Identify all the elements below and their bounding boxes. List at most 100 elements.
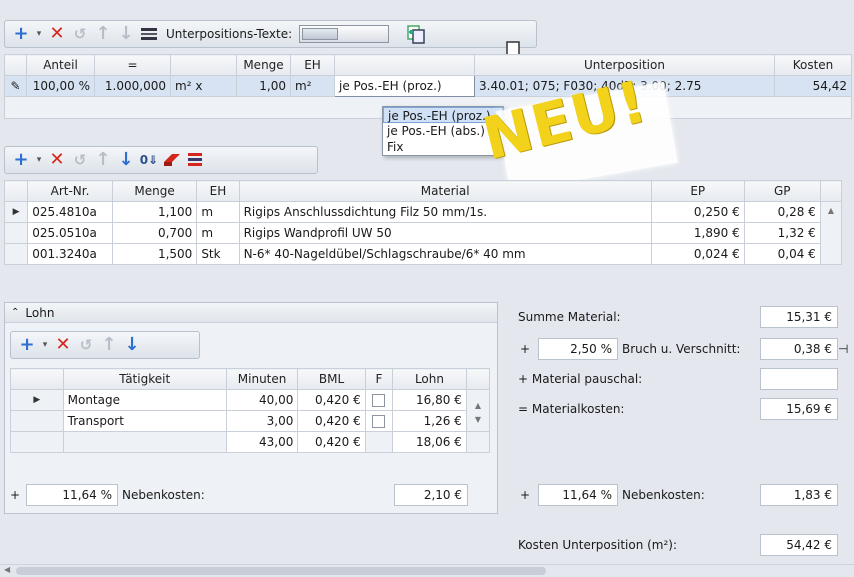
import-icon[interactable]: 0⇓ xyxy=(139,149,159,171)
scroll-up-icon[interactable]: ▲ xyxy=(828,206,834,215)
table-row[interactable]: Transport 3,00 0,420 € 1,26 € xyxy=(10,410,490,432)
scroll-down-icon[interactable]: ▼ xyxy=(475,415,481,424)
horizontal-scrollbar[interactable]: ◀ xyxy=(0,564,854,577)
cell-lohn[interactable]: 1,26 € xyxy=(392,410,467,432)
unterpositions-texte-toggle[interactable] xyxy=(299,25,390,43)
move-down-icon[interactable]: ↓ xyxy=(122,334,142,356)
move-down-icon[interactable]: ↓ xyxy=(116,149,136,171)
lohn-nk-percent[interactable]: 11,64 % xyxy=(26,484,118,506)
col-gp[interactable]: GP xyxy=(743,180,821,202)
lohn-header[interactable]: ⌃ Lohn xyxy=(5,303,497,323)
cell-art-nr[interactable]: 001.3240a xyxy=(27,243,113,265)
unterposition-row[interactable]: ✎ 100,00 % 1.000,000 m² x 1,00 m² je Pos… xyxy=(4,75,852,97)
col-ep[interactable]: EP xyxy=(650,180,745,202)
cell-bml[interactable]: 0,420 € xyxy=(297,389,366,411)
dropdown-caret-icon[interactable]: ▾ xyxy=(34,23,44,45)
add-icon[interactable]: + xyxy=(11,23,31,45)
undo-icon[interactable]: ↺ xyxy=(70,149,90,171)
cell-anteil[interactable]: 100,00 % xyxy=(26,75,95,97)
cell-gp[interactable]: 0,28 € xyxy=(743,201,821,223)
list-icon[interactable] xyxy=(185,149,205,171)
vertical-scrollbar[interactable]: ▲ ▼ xyxy=(465,389,491,432)
cell-kosten[interactable]: 54,42 xyxy=(774,75,852,97)
delete-icon[interactable]: ✕ xyxy=(47,149,67,171)
col-f[interactable]: F xyxy=(364,368,394,390)
collapse-icon[interactable]: ⌃ xyxy=(11,307,19,318)
col-kosten[interactable]: Kosten xyxy=(774,54,852,76)
cell-ep[interactable]: 1,890 € xyxy=(650,222,745,244)
table-row[interactable]: 001.3240a 1,500 Stk N-6* 40-Nageldübel/S… xyxy=(3,243,842,265)
cell-minuten[interactable]: 3,00 xyxy=(225,410,299,432)
cell-gp[interactable]: 0,04 € xyxy=(743,243,821,265)
cell-menge[interactable]: 1,100 xyxy=(111,201,198,223)
table-row[interactable]: ▶ 025.4810a 1,100 m Rigips Anschlussdich… xyxy=(3,201,843,265)
cell-eh[interactable]: Stk xyxy=(196,243,240,265)
cell-bml[interactable]: 0,420 € xyxy=(297,410,366,432)
col-anteil[interactable]: Anteil xyxy=(26,54,95,76)
col-taetigkeit[interactable]: Tätigkeit xyxy=(62,368,227,390)
col-eh[interactable]: EH xyxy=(196,180,240,202)
scroll-up-icon[interactable]: ▲ xyxy=(475,401,481,410)
cell-gp[interactable]: 1,32 € xyxy=(743,222,821,244)
cell-ep[interactable]: 0,250 € xyxy=(650,201,745,223)
col-menge[interactable]: Menge xyxy=(111,180,198,202)
cell-menge[interactable]: 1,500 xyxy=(111,243,198,265)
move-up-icon[interactable]: ↑ xyxy=(93,23,113,45)
add-icon[interactable]: + xyxy=(17,334,37,356)
add-icon[interactable]: + xyxy=(11,149,31,171)
pin-icon[interactable]: ⊣ xyxy=(838,338,848,360)
cell-f xyxy=(364,410,394,432)
cell-ep[interactable]: 0,024 € xyxy=(650,243,745,265)
col-equals[interactable]: = xyxy=(94,54,171,76)
f-checkbox[interactable] xyxy=(372,394,386,407)
cell-lohn[interactable]: 16,80 € xyxy=(392,389,467,411)
text-block-icon[interactable] xyxy=(139,23,159,45)
col-menge[interactable]: Menge xyxy=(236,54,291,76)
cell-unit[interactable]: m² x xyxy=(170,75,237,97)
vertical-scrollbar[interactable]: ▲ xyxy=(819,201,843,265)
cell-factor[interactable]: 1.000,000 xyxy=(94,75,171,97)
cell-mode-select[interactable]: je Pos.-EH (proz.) xyxy=(334,75,475,97)
move-up-icon[interactable]: ↑ xyxy=(99,334,119,356)
cell-material[interactable]: Rigips Anschlussdichtung Filz 50 mm/1s. xyxy=(238,201,652,223)
cell-eh[interactable]: m xyxy=(196,222,240,244)
dropdown-caret-icon[interactable]: ▾ xyxy=(40,334,50,356)
copy-text-icon[interactable] xyxy=(406,23,426,45)
cell-taetigkeit[interactable]: Transport xyxy=(62,410,227,432)
move-down-icon[interactable]: ↓ xyxy=(116,23,136,45)
undo-icon[interactable]: ↺ xyxy=(76,334,96,356)
col-minuten[interactable]: Minuten xyxy=(225,368,299,390)
cell-eh[interactable]: m² xyxy=(290,75,335,97)
undo-icon[interactable]: ↺ xyxy=(70,23,90,45)
cell-material[interactable]: N-6* 40-Nageldübel/Schlagschraube/6* 40 … xyxy=(238,243,652,265)
delete-icon[interactable]: ✕ xyxy=(53,334,73,356)
cell-minuten[interactable]: 40,00 xyxy=(225,389,299,411)
cell-eh[interactable]: m xyxy=(196,201,240,223)
table-row[interactable]: ▶ Montage 40,00 0,420 € 16,80 € ▲ ▼ xyxy=(10,389,491,432)
cell-material[interactable]: Rigips Wandprofil UW 50 xyxy=(238,222,652,244)
pauschal-value[interactable] xyxy=(760,368,838,390)
table-row[interactable]: 025.0510a 0,700 m Rigips Wandprofil UW 5… xyxy=(3,222,842,244)
nk-sign: + xyxy=(520,488,531,502)
col-eh[interactable]: EH xyxy=(290,54,335,76)
scroll-left-icon[interactable]: ◀ xyxy=(4,565,10,574)
f-checkbox[interactable] xyxy=(372,415,386,428)
col-lohn[interactable]: Lohn xyxy=(392,368,467,390)
nk-value: 1,83 € xyxy=(760,484,838,506)
eraser-icon[interactable] xyxy=(162,149,182,171)
cell-art-nr[interactable]: 025.0510a xyxy=(27,222,113,244)
summe-material-value: 15,31 € xyxy=(760,306,838,328)
move-up-icon[interactable]: ↑ xyxy=(93,149,113,171)
cell-art-nr[interactable]: 025.4810a xyxy=(27,201,113,223)
delete-icon[interactable]: ✕ xyxy=(47,23,67,45)
cell-menge[interactable]: 0,700 xyxy=(111,222,198,244)
col-bml[interactable]: BML xyxy=(297,368,366,390)
dropdown-caret-icon[interactable]: ▾ xyxy=(34,149,44,171)
nk-percent[interactable]: 11,64 % xyxy=(538,484,618,506)
col-material[interactable]: Material xyxy=(238,180,652,202)
cell-menge[interactable]: 1,00 xyxy=(236,75,291,97)
bruch-percent[interactable]: 2,50 % xyxy=(538,338,618,360)
scroll-thumb[interactable] xyxy=(16,567,546,575)
col-art-nr[interactable]: Art-Nr. xyxy=(27,180,113,202)
cell-taetigkeit[interactable]: Montage xyxy=(62,389,227,411)
